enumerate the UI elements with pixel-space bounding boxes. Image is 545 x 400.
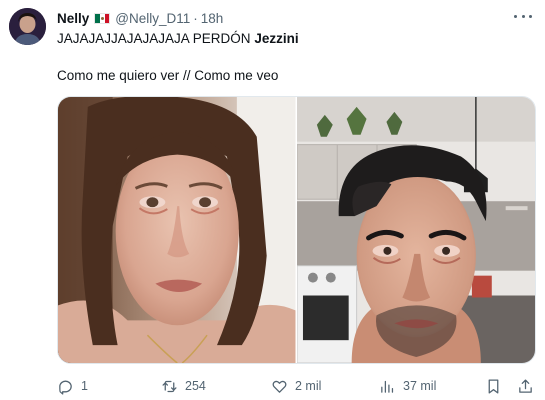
bookmark-icon xyxy=(488,378,499,394)
tweet-caption: Como me quiero ver // Como me veo xyxy=(57,68,279,83)
views-count: 37 mil xyxy=(403,379,437,393)
like-count: 2 mil xyxy=(295,379,322,393)
avatar[interactable] xyxy=(9,8,46,45)
retweet-icon xyxy=(162,380,177,392)
action-bar: 1 254 2 mil 37 mil xyxy=(57,376,537,396)
reply-icon xyxy=(59,380,72,395)
media-grid xyxy=(57,96,536,364)
retweet-count: 254 xyxy=(185,379,206,393)
mention-link[interactable]: Jezzini xyxy=(254,31,298,46)
author-name[interactable]: Nelly xyxy=(57,11,89,26)
tweet-text: JAJAJAJJAJAJAJAJA PERDÓN Jezzini xyxy=(57,31,299,46)
separator-dot: · xyxy=(193,10,198,26)
share-icon xyxy=(519,378,532,393)
woman-crying-photo[interactable] xyxy=(58,97,296,363)
reply-button[interactable]: 1 xyxy=(57,376,88,396)
views-chart-icon xyxy=(381,380,394,393)
tweet-timestamp[interactable]: 18h xyxy=(201,11,224,26)
heart-icon xyxy=(272,380,287,393)
bookmark-button[interactable] xyxy=(485,376,502,396)
reply-count: 1 xyxy=(81,379,88,393)
share-button[interactable] xyxy=(517,376,534,396)
retweet-button[interactable]: 254 xyxy=(161,376,206,396)
like-button[interactable]: 2 mil xyxy=(271,376,321,396)
man-tired-kitchen-photo[interactable] xyxy=(296,97,536,363)
author-handle[interactable]: @Nelly_D11 xyxy=(115,11,190,26)
mexico-flag-icon xyxy=(94,12,111,24)
avatar-image xyxy=(9,8,46,45)
views-button[interactable]: 37 mil xyxy=(379,376,436,396)
tweet-text-prefix: JAJAJAJJAJAJAJAJA PERDÓN xyxy=(57,31,255,46)
tweet: Nelly @Nelly_D11 · 18h JAJAJAJJAJAJAJAJA… xyxy=(0,0,545,400)
more-options-icon[interactable] xyxy=(514,9,532,23)
tweet-header: Nelly @Nelly_D11 · 18h xyxy=(57,9,223,27)
